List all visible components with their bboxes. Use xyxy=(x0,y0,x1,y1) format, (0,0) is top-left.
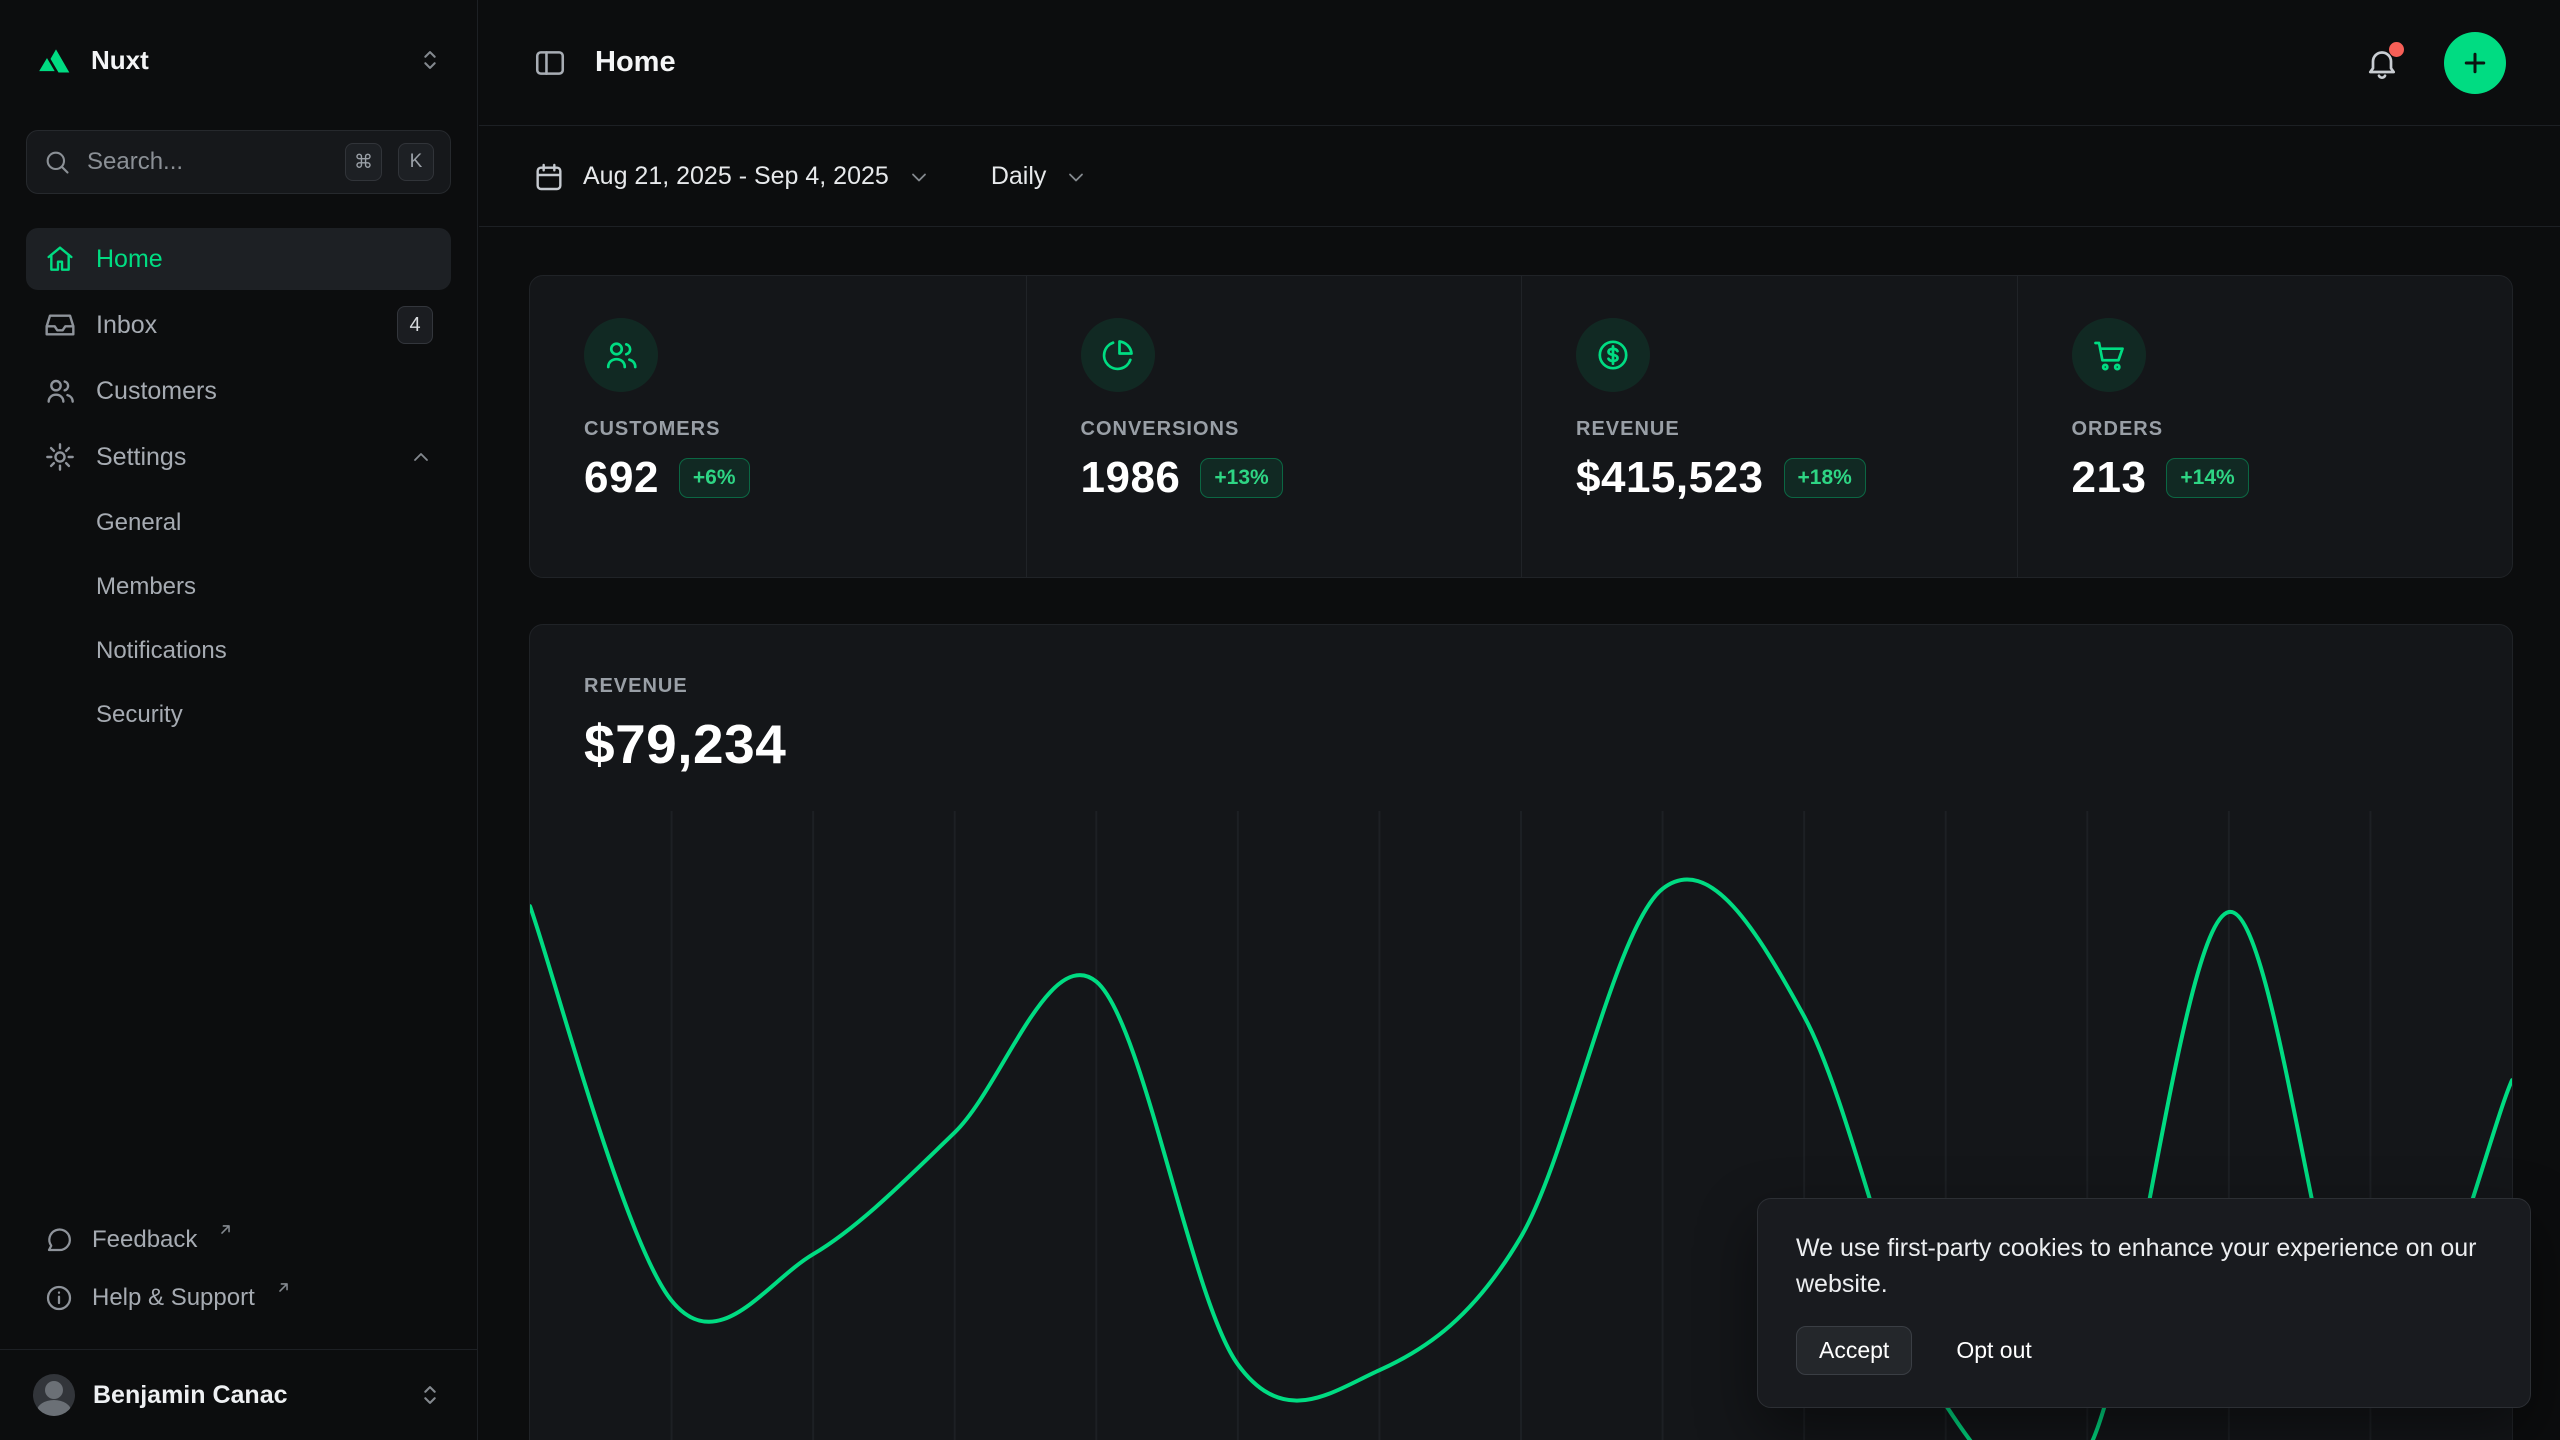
sidebar-item-label: Home xyxy=(96,245,163,274)
sidebar-nav: Home Inbox 4 Customers Settings xyxy=(0,228,477,748)
notifications-button[interactable] xyxy=(2364,45,2400,81)
granularity-select[interactable]: Daily xyxy=(991,162,1089,191)
sidebar-subitem-label: Notifications xyxy=(96,637,227,665)
date-range-label: Aug 21, 2025 - Sep 4, 2025 xyxy=(583,162,889,191)
inbox-count-badge: 4 xyxy=(397,306,433,344)
notification-dot xyxy=(2389,42,2404,57)
home-icon xyxy=(44,243,76,275)
users-icon xyxy=(603,337,639,373)
sidebar-item-customers[interactable]: Customers xyxy=(26,360,451,422)
stat-value: 213 xyxy=(2072,453,2147,503)
message-bubble-icon xyxy=(44,1225,74,1255)
sidebar-subitem-label: Security xyxy=(96,701,183,729)
kbd-command: ⌘ xyxy=(345,143,382,181)
plus-icon xyxy=(2460,48,2490,78)
dollar-circle-icon xyxy=(1595,337,1631,373)
sidebar-subitem-members[interactable]: Members xyxy=(26,556,451,618)
chevrons-up-down-icon xyxy=(416,1381,444,1409)
sidebar-subitem-notifications[interactable]: Notifications xyxy=(26,620,451,682)
sidebar-subitem-general[interactable]: General xyxy=(26,492,451,554)
search-input[interactable]: Search... ⌘ K xyxy=(26,130,451,194)
sidebar-toggle-icon[interactable] xyxy=(533,46,567,80)
stat-delta-badge: +6% xyxy=(679,458,750,498)
footer-item-label: Feedback xyxy=(92,1226,197,1254)
shopping-cart-icon xyxy=(2091,337,2127,373)
page-header: Home xyxy=(479,0,2560,126)
external-link-icon xyxy=(217,1221,234,1238)
user-name: Benjamin Canac xyxy=(93,1381,398,1410)
chevron-down-icon xyxy=(1064,165,1088,189)
users-icon xyxy=(44,375,76,407)
feedback-link[interactable]: Feedback xyxy=(26,1211,451,1269)
search-icon xyxy=(43,148,71,176)
sidebar-item-inbox[interactable]: Inbox 4 xyxy=(26,294,451,356)
pie-chart-icon xyxy=(1100,337,1136,373)
cookie-message: We use first-party cookies to enhance yo… xyxy=(1796,1231,2492,1302)
stat-label: CONVERSIONS xyxy=(1081,418,1522,441)
accept-button[interactable]: Accept xyxy=(1796,1326,1912,1375)
stat-delta-badge: +18% xyxy=(1784,458,1866,498)
header-actions xyxy=(2364,32,2506,94)
search-placeholder: Search... xyxy=(87,148,329,176)
sidebar-item-label: Settings xyxy=(96,443,186,472)
stat-label: REVENUE xyxy=(1576,418,2017,441)
sidebar-item-label: Inbox xyxy=(96,311,157,340)
stat-delta-badge: +14% xyxy=(2166,458,2248,498)
stats-card: CUSTOMERS 692 +6% CONVERSIONS 1986 +13% … xyxy=(529,275,2513,578)
revenue-value: $79,234 xyxy=(584,712,2458,776)
sidebar-item-settings[interactable]: Settings xyxy=(26,426,451,488)
user-menu[interactable]: Benjamin Canac xyxy=(0,1349,477,1440)
kbd-k: K xyxy=(398,143,434,181)
sidebar-footer: Feedback Help & Support xyxy=(0,1211,477,1349)
chevrons-up-down-icon xyxy=(416,46,444,74)
help-support-link[interactable]: Help & Support xyxy=(26,1269,451,1327)
add-button[interactable] xyxy=(2444,32,2506,94)
sidebar-subitem-label: Members xyxy=(96,573,196,601)
chevron-down-icon xyxy=(907,165,931,189)
stat-value: 692 xyxy=(584,453,659,503)
stat-revenue[interactable]: REVENUE $415,523 +18% xyxy=(1521,276,2017,577)
footer-item-label: Help & Support xyxy=(92,1284,255,1312)
revenue-label: REVENUE xyxy=(584,675,2458,698)
sidebar: Nuxt Search... ⌘ K Home Inbox 4 xyxy=(0,0,478,1440)
external-link-icon xyxy=(275,1279,292,1296)
stat-value: $415,523 xyxy=(1576,453,1764,503)
info-circle-icon xyxy=(44,1283,74,1313)
nuxt-logo-icon xyxy=(33,40,73,80)
avatar xyxy=(33,1374,75,1416)
filters-toolbar: Aug 21, 2025 - Sep 4, 2025 Daily xyxy=(479,127,2560,227)
sidebar-subitem-label: General xyxy=(96,509,181,537)
date-range-picker[interactable]: Aug 21, 2025 - Sep 4, 2025 xyxy=(533,161,931,193)
inbox-icon xyxy=(44,309,76,341)
sidebar-item-label: Customers xyxy=(96,377,217,406)
stat-conversions[interactable]: CONVERSIONS 1986 +13% xyxy=(1026,276,1522,577)
sidebar-item-home[interactable]: Home xyxy=(26,228,451,290)
sidebar-subitem-security[interactable]: Security xyxy=(26,684,451,746)
stat-delta-badge: +13% xyxy=(1200,458,1282,498)
gear-icon xyxy=(44,441,76,473)
stat-value: 1986 xyxy=(1081,453,1181,503)
workspace-switcher[interactable]: Nuxt xyxy=(0,0,477,106)
calendar-icon xyxy=(533,161,565,193)
stat-customers[interactable]: CUSTOMERS 692 +6% xyxy=(530,276,1026,577)
granularity-label: Daily xyxy=(991,162,1047,191)
chevron-up-icon xyxy=(409,445,433,469)
page-title: Home xyxy=(595,46,676,79)
stat-label: CUSTOMERS xyxy=(584,418,1026,441)
brand-name: Nuxt xyxy=(91,45,398,76)
stat-label: ORDERS xyxy=(2072,418,2513,441)
stat-orders[interactable]: ORDERS 213 +14% xyxy=(2017,276,2513,577)
opt-out-button[interactable]: Opt out xyxy=(1950,1336,2037,1365)
cookie-banner: We use first-party cookies to enhance yo… xyxy=(1757,1198,2531,1408)
